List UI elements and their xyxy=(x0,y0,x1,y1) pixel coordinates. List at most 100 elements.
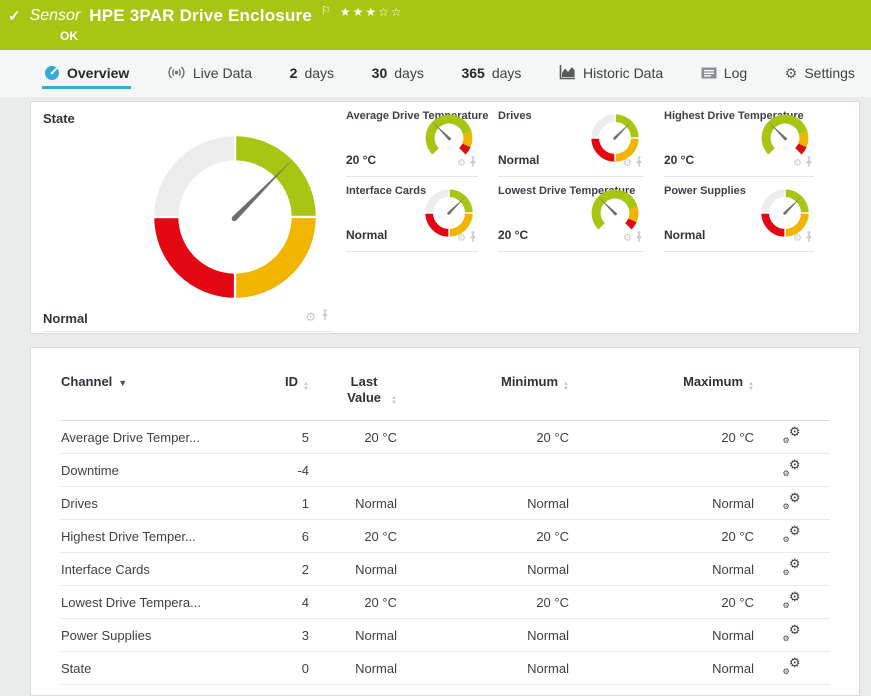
pin-icon[interactable] xyxy=(469,231,477,243)
gauge-panel-highest-drive-temperature: Highest Drive Temperature 20 °C ⚙ xyxy=(664,102,814,177)
id-cell: 0 xyxy=(241,652,309,685)
channel-settings-icon[interactable]: ⚙⚙ xyxy=(784,527,801,543)
pin-icon[interactable] xyxy=(635,156,643,168)
channel-settings-icon[interactable]: ⚙⚙ xyxy=(784,494,801,510)
panel-settings-gear-icon[interactable]: ⚙ xyxy=(793,159,802,169)
status-check-icon: ✓ xyxy=(8,6,21,28)
channel-settings-icon[interactable]: ⚙⚙ xyxy=(784,659,801,675)
id-cell: -4 xyxy=(241,454,309,487)
channel-settings-icon[interactable]: ⚙⚙ xyxy=(784,593,801,609)
gauge-panel-value: 20 °C xyxy=(664,153,694,167)
panel-settings-gear-icon[interactable]: ⚙ xyxy=(457,234,466,244)
channel-cell: Average Drive Temper... xyxy=(61,421,241,454)
mini-gauges-grid: Average Drive Temperature 20 °C ⚙ Drives… xyxy=(343,102,859,333)
status-badge: OK xyxy=(60,29,861,43)
state-gauge-panel: State Normal ⚙ xyxy=(31,102,343,333)
last-value-cell xyxy=(309,454,397,487)
minimum-cell: 20 °C xyxy=(397,586,569,619)
channel-cell: Lowest Drive Tempera... xyxy=(61,586,241,619)
tab-historic-data[interactable]: Historic Data xyxy=(557,59,665,89)
live-data-icon xyxy=(167,66,186,79)
object-kind-label: Sensor xyxy=(30,5,81,27)
gauge-icon xyxy=(44,65,60,81)
tab-log[interactable]: Log xyxy=(699,59,749,89)
id-cell: 3 xyxy=(241,619,309,652)
tab-label: Historic Data xyxy=(583,65,663,81)
sort-desc-icon: ▼ xyxy=(118,378,127,388)
pin-icon[interactable] xyxy=(635,231,643,243)
id-cell: 6 xyxy=(241,520,309,553)
table-row: Interface Cards 2 Normal Normal Normal ⚙… xyxy=(61,553,830,586)
page-title: HPE 3PAR Drive Enclosure xyxy=(89,5,312,27)
column-header-minimum[interactable]: Minimum▲▼ xyxy=(397,362,569,421)
last-value-cell: Normal xyxy=(309,619,397,652)
tab-2-days[interactable]: 2days xyxy=(288,59,336,89)
channel-cell: Highest Drive Temper... xyxy=(61,520,241,553)
sensor-overview: State Normal ⚙ xyxy=(0,97,871,696)
pin-icon[interactable] xyxy=(469,156,477,168)
maximum-cell: Normal xyxy=(569,619,754,652)
tab-30-days[interactable]: 30days xyxy=(370,59,426,89)
channel-settings-icon[interactable]: ⚙⚙ xyxy=(784,626,801,642)
pin-icon[interactable] xyxy=(321,309,329,321)
channels-table-card: Channel▼ ID▲▼ Last Value▲▼ Minimum▲▼ Max… xyxy=(30,347,860,696)
tab-overview[interactable]: Overview xyxy=(42,59,131,89)
gauge-panel-drives: Drives Normal ⚙ xyxy=(498,102,644,177)
column-header-last-value[interactable]: Last Value▲▼ xyxy=(309,362,397,421)
pin-icon[interactable] xyxy=(805,231,813,243)
panel-settings-gear-icon[interactable]: ⚙ xyxy=(793,234,802,244)
tab-365-days[interactable]: 365days xyxy=(459,59,523,89)
minimum-cell: Normal xyxy=(397,487,569,520)
minimum-cell: Normal xyxy=(397,652,569,685)
panel-settings-gear-icon[interactable]: ⚙ xyxy=(457,159,466,169)
sensor-banner: ✓ Sensor HPE 3PAR Drive Enclosure ⚐ ★★★☆… xyxy=(0,0,871,50)
tab-label: days xyxy=(492,65,522,81)
maximum-cell: 20 °C xyxy=(569,520,754,553)
tab-number: 2 xyxy=(290,65,298,81)
gauge-panel-title: State xyxy=(43,111,331,126)
gauge-panel-value: Normal xyxy=(498,153,539,167)
minimum-cell: 20 °C xyxy=(397,520,569,553)
maximum-cell: Normal xyxy=(569,553,754,586)
tab-settings[interactable]: ⚙Settings xyxy=(783,59,857,89)
table-row: Power Supplies 3 Normal Normal Normal ⚙⚙ xyxy=(61,619,830,652)
channel-settings-icon[interactable]: ⚙⚙ xyxy=(784,428,801,444)
minimum-cell xyxy=(397,454,569,487)
gauges-card: State Normal ⚙ xyxy=(30,101,860,334)
gauge-panel-average-drive-temperature: Average Drive Temperature 20 °C ⚙ xyxy=(346,102,478,177)
maximum-cell: 20 °C xyxy=(569,421,754,454)
gauge-panel-power-supplies: Power Supplies Normal ⚙ xyxy=(664,177,814,252)
last-value-cell: Normal xyxy=(309,487,397,520)
column-header-maximum[interactable]: Maximum▲▼ xyxy=(569,362,754,421)
pin-icon[interactable] xyxy=(805,156,813,168)
column-header-channel[interactable]: Channel▼ xyxy=(61,362,241,421)
tab-label: Live Data xyxy=(193,65,252,81)
tab-label: Overview xyxy=(67,65,129,81)
minimum-cell: Normal xyxy=(397,619,569,652)
panel-settings-gear-icon[interactable]: ⚙ xyxy=(305,311,316,323)
table-row: Drives 1 Normal Normal Normal ⚙⚙ xyxy=(61,487,830,520)
gauge-panel-value: 20 °C xyxy=(346,153,376,167)
panel-settings-gear-icon[interactable]: ⚙ xyxy=(623,234,632,244)
settings-gear-icon: ⚙ xyxy=(785,66,798,80)
flag-icon[interactable]: ⚐ xyxy=(321,6,331,17)
gauge-panel-interface-cards: Interface Cards Normal ⚙ xyxy=(346,177,478,252)
panel-settings-gear-icon[interactable]: ⚙ xyxy=(623,159,632,169)
table-row: Highest Drive Temper... 6 20 °C 20 °C 20… xyxy=(61,520,830,553)
table-row: Average Drive Temper... 5 20 °C 20 °C 20… xyxy=(61,421,830,454)
id-cell: 1 xyxy=(241,487,309,520)
sort-icon: ▲▼ xyxy=(748,382,754,392)
channel-settings-icon[interactable]: ⚙⚙ xyxy=(784,560,801,576)
sort-icon: ▲▼ xyxy=(303,382,309,392)
table-row: Downtime -4 ⚙⚙ xyxy=(61,454,830,487)
column-header-id[interactable]: ID▲▼ xyxy=(241,362,309,421)
channel-settings-icon[interactable]: ⚙⚙ xyxy=(784,461,801,477)
maximum-cell: Normal xyxy=(569,652,754,685)
priority-stars[interactable]: ★★★☆☆ xyxy=(340,6,404,18)
tab-label: days xyxy=(394,65,424,81)
last-value-cell: 20 °C xyxy=(309,520,397,553)
last-value-cell: Normal xyxy=(309,553,397,586)
tab-live-data[interactable]: Live Data xyxy=(165,59,254,89)
gauge-panel-value: Normal xyxy=(43,311,88,326)
gauge-panel-value: Normal xyxy=(346,228,387,242)
